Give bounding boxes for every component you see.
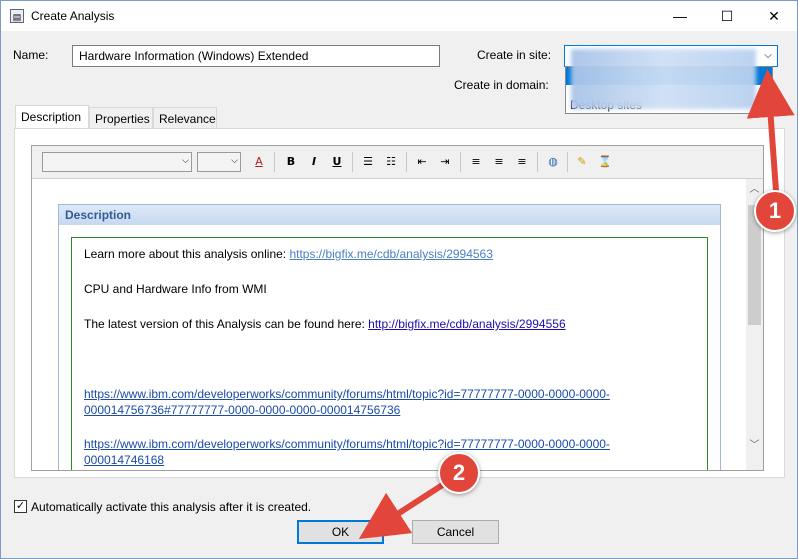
annotation-arrows bbox=[358, 69, 795, 540]
annotation-arrow-1 bbox=[746, 69, 795, 194]
annotation-arrow-2 bbox=[358, 481, 447, 540]
annotation-badge-2: 2 bbox=[438, 452, 480, 494]
annotation-badge-1: 1 bbox=[754, 190, 796, 232]
create-analysis-dialog: ▤ Create Analysis — ☐ ✕ Name: Hardware I… bbox=[0, 0, 798, 559]
